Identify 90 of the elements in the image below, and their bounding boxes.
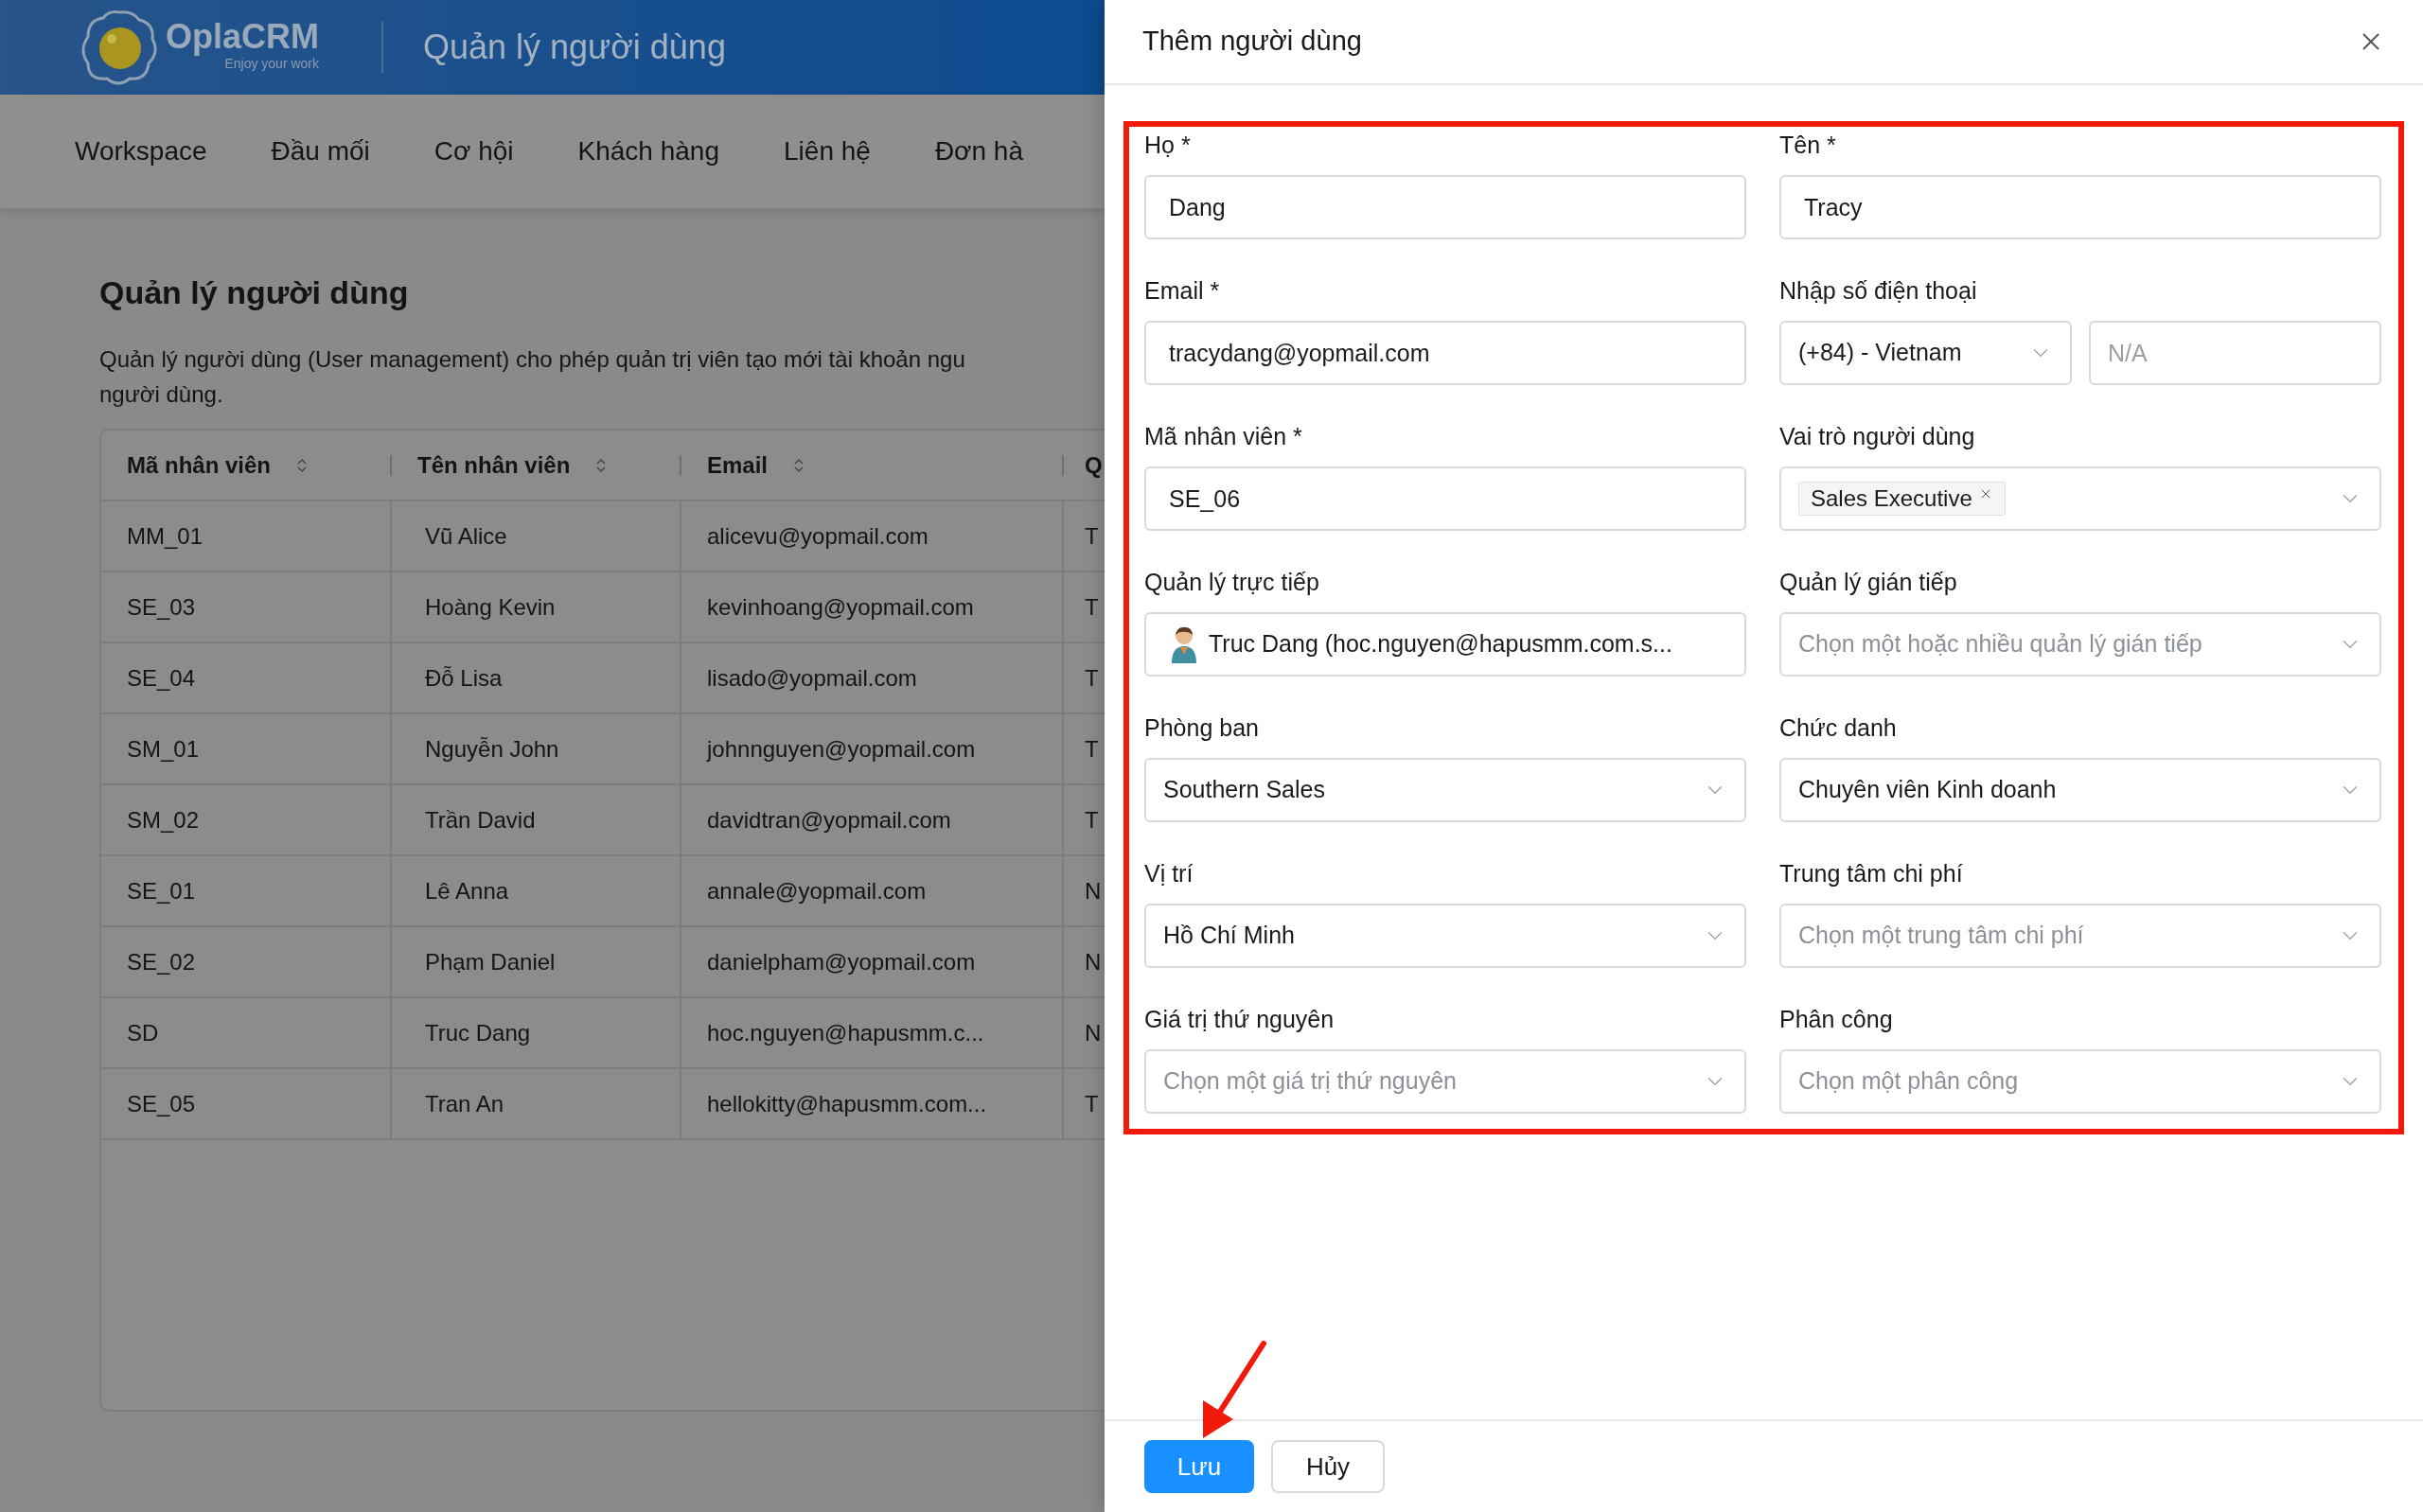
field-label: Quản lý trực tiếp <box>1144 568 1320 596</box>
dropdown-select[interactable]: Southern Sales <box>1144 758 1746 822</box>
field-label: Vị trí <box>1144 859 1194 888</box>
logo-name: OplaCRM <box>166 18 319 56</box>
table-cell-text: Nguyễn John <box>425 734 559 764</box>
table-cell-text: SM_02 <box>127 805 200 835</box>
dropdown-select[interactable]: Hồ Chí Minh <box>1144 904 1746 968</box>
select-value: Southern Sales <box>1163 775 1325 805</box>
table-cell-text: SM_01 <box>127 734 200 764</box>
table-cell-text: T <box>1085 734 1099 764</box>
field-label: Phân công <box>1779 1005 1894 1033</box>
field-label: Trung tâm chi phí <box>1779 859 1964 888</box>
table-cell-text: N <box>1085 947 1102 976</box>
table-cell-text: Đỗ Lisa <box>425 663 503 693</box>
column-header: Tên nhân viên <box>417 450 571 480</box>
column-header: Email <box>707 450 769 480</box>
table-cell-text: Tran An <box>425 1089 504 1118</box>
table-cell-text: N <box>1085 876 1102 905</box>
field-label: Email * <box>1144 276 1221 305</box>
table-cell-text: Hoàng Kevin <box>425 592 556 622</box>
table-cell-text: SE_03 <box>127 592 196 622</box>
field-label: Chức danh <box>1779 713 1898 742</box>
role-select[interactable]: Sales Executive <box>1779 466 2381 531</box>
table-cell-text: hoc.nguyen@hapusmm.c... <box>707 1018 984 1047</box>
text-input-field[interactable]: tracydang@yopmail.com <box>1144 321 1746 385</box>
column-header: Mã nhân viên <box>127 450 272 480</box>
table-cell-text: Trần David <box>425 805 536 835</box>
table-cell-text: N <box>1085 1018 1102 1047</box>
drawer-title: Thêm người dùng <box>1142 25 1362 59</box>
nav-link[interactable]: Đầu mối <box>271 132 370 171</box>
table-cell-text: SE_05 <box>127 1089 196 1118</box>
table-cell-text: davidtran@yopmail.com <box>707 805 951 835</box>
nav-link[interactable]: Khách hàng <box>577 132 719 171</box>
table-cell-text: danielpham@yopmail.com <box>707 947 976 976</box>
table-cell-text: SE_04 <box>127 663 196 693</box>
table-cell-text: Phạm Daniel <box>425 947 556 976</box>
table-cell-text: alicevu@yopmail.com <box>707 521 929 551</box>
nav-link[interactable]: Liên hệ <box>784 132 871 171</box>
select-placeholder: Chọn một giá trị thứ nguyên <box>1163 1066 1457 1097</box>
table-cell-text: T <box>1085 592 1099 622</box>
text-input-field[interactable]: Tracy <box>1779 175 2381 239</box>
table-cell-text: kevinhoang@yopmail.com <box>707 592 974 622</box>
table-cell-text: Vũ Alice <box>425 521 507 551</box>
field-label: Tên * <box>1779 131 1837 159</box>
table-cell-text: MM_01 <box>127 521 203 551</box>
table-cell-text: SE_02 <box>127 947 196 976</box>
logo-tagline: Enjoy your work <box>224 56 319 71</box>
table-cell-text: lisado@yopmail.com <box>707 663 917 693</box>
nav-link[interactable]: Cơ hội <box>433 132 514 171</box>
field-label: Nhập số điện thoại <box>1779 276 1978 305</box>
manager-value: Truc Dang (hoc.nguyen@hapusmm.com.s... <box>1209 629 1672 659</box>
field-label: Vai trò người dùng <box>1779 422 1976 450</box>
avatar-icon <box>1169 625 1199 663</box>
manager-select[interactable]: Truc Dang (hoc.nguyen@hapusmm.com.s... <box>1144 612 1746 677</box>
field-label: Phòng ban <box>1144 713 1260 742</box>
field-label: Quản lý gián tiếp <box>1779 568 1958 596</box>
table-cell-text: T <box>1085 663 1099 693</box>
table-cell-text: Truc Dang <box>425 1018 531 1047</box>
cancel-button[interactable]: Hủy <box>1271 1440 1385 1493</box>
logo-icon <box>80 9 158 86</box>
nav-link[interactable]: Workspace <box>75 132 207 171</box>
table-cell-text: Lê Anna <box>425 876 509 905</box>
dropdown-select[interactable]: Chuyên viên Kinh doanh <box>1779 758 2381 822</box>
column-header: Q <box>1085 450 1103 480</box>
table-cell-text: T <box>1085 1089 1099 1118</box>
field-label: Mã nhân viên * <box>1144 422 1303 450</box>
field-label: Giá trị thứ nguyên <box>1144 1005 1335 1033</box>
select-placeholder: Chọn một phân công <box>1798 1066 2019 1097</box>
country-select[interactable]: (+84) - Vietnam <box>1779 321 2072 385</box>
table-cell-text: T <box>1085 805 1099 835</box>
text-input-field[interactable]: SE_06 <box>1144 466 1746 531</box>
role-tag: Sales Executive <box>1798 482 2006 516</box>
select-value: Chuyên viên Kinh doanh <box>1798 775 2057 805</box>
table-cell-text: SE_01 <box>127 876 196 905</box>
table-cell-text: hellokitty@hapusmm.com... <box>707 1089 987 1118</box>
nav-link[interactable]: Đơn hà <box>934 132 1023 171</box>
country-value: (+84) - Vietnam <box>1798 338 1962 368</box>
table-cell-text: johnnguyen@yopmail.com <box>707 734 976 764</box>
page-title: Quản lý người dùng <box>99 273 410 312</box>
table-cell-text: annale@yopmail.com <box>707 876 927 905</box>
page-description: Quản lý người dùng (User management) cho phép quản trị viên tạo mới tài khoản ngu người dùng. <box>99 345 966 409</box>
select-placeholder: Chọn một trung tâm chi phí <box>1798 921 2084 951</box>
header-title: Quản lý người dùng <box>423 26 726 68</box>
select-value: Hồ Chí Minh <box>1163 921 1295 951</box>
field-label: Họ * <box>1144 131 1192 159</box>
text-input-field[interactable]: Dang <box>1144 175 1746 239</box>
select-placeholder: Chọn một hoặc nhiều quản lý gián tiếp <box>1798 629 2202 659</box>
table-cell-text: SD <box>127 1018 159 1047</box>
table-cell-text: T <box>1085 521 1099 551</box>
phone-input-field[interactable]: N/A <box>2089 321 2381 385</box>
